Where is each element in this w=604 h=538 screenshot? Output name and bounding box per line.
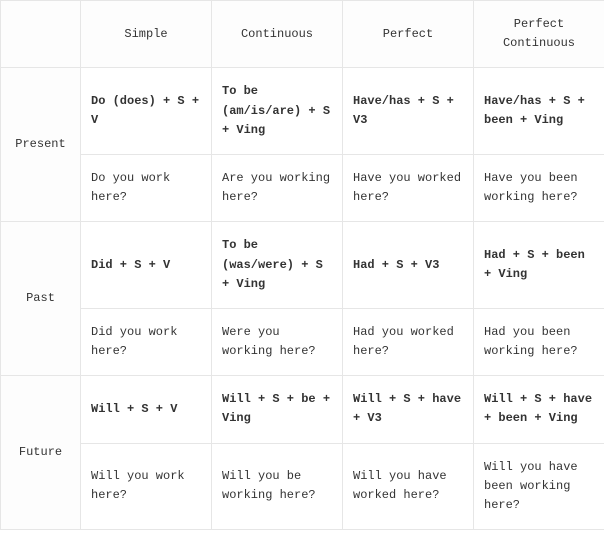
row-header-future: Future	[1, 376, 81, 530]
formula-cell: Do (does) + S + V	[81, 68, 212, 155]
table-row: Did you work here? Were you working here…	[1, 308, 604, 375]
formula-cell: Have/has + S + been + Ving	[474, 68, 604, 155]
example-cell: Do you work here?	[81, 154, 212, 221]
table-row: Will you work here? Will you be working …	[1, 443, 604, 530]
col-header-continuous: Continuous	[212, 1, 343, 68]
example-cell: Will you have worked here?	[343, 443, 474, 530]
table-row: Past Did + S + V To be (was/were) + S + …	[1, 222, 604, 309]
example-cell: Were you working here?	[212, 308, 343, 375]
row-header-present: Present	[1, 68, 81, 222]
example-cell: Have you been working here?	[474, 154, 604, 221]
formula-cell: Will + S + V	[81, 376, 212, 443]
row-header-past: Past	[1, 222, 81, 376]
formula-cell: Will + S + have + V3	[343, 376, 474, 443]
example-cell: Are you working here?	[212, 154, 343, 221]
corner-cell	[1, 1, 81, 68]
formula-cell: Have/has + S + V3	[343, 68, 474, 155]
formula-cell: Did + S + V	[81, 222, 212, 309]
formula-cell: Will + S + have + been + Ving	[474, 376, 604, 443]
header-row: Simple Continuous Perfect Perfect Contin…	[1, 1, 604, 68]
col-header-perfect: Perfect	[343, 1, 474, 68]
col-header-perfect-continuous: Perfect Continuous	[474, 1, 604, 68]
example-cell: Will you work here?	[81, 443, 212, 530]
example-cell: Had you been working here?	[474, 308, 604, 375]
example-cell: Have you worked here?	[343, 154, 474, 221]
col-header-simple: Simple	[81, 1, 212, 68]
example-cell: Had you worked here?	[343, 308, 474, 375]
table-row: Present Do (does) + S + V To be (am/is/a…	[1, 68, 604, 155]
formula-cell: Had + S + been + Ving	[474, 222, 604, 309]
table-row: Future Will + S + V Will + S + be + Ving…	[1, 376, 604, 443]
formula-cell: To be (was/were) + S + Ving	[212, 222, 343, 309]
table-row: Do you work here? Are you working here? …	[1, 154, 604, 221]
formula-cell: To be (am/is/are) + S + Ving	[212, 68, 343, 155]
example-cell: Will you be working here?	[212, 443, 343, 530]
formula-cell: Had + S + V3	[343, 222, 474, 309]
example-cell: Will you have been working here?	[474, 443, 604, 530]
formula-cell: Will + S + be + Ving	[212, 376, 343, 443]
tense-table: Simple Continuous Perfect Perfect Contin…	[0, 0, 604, 530]
example-cell: Did you work here?	[81, 308, 212, 375]
